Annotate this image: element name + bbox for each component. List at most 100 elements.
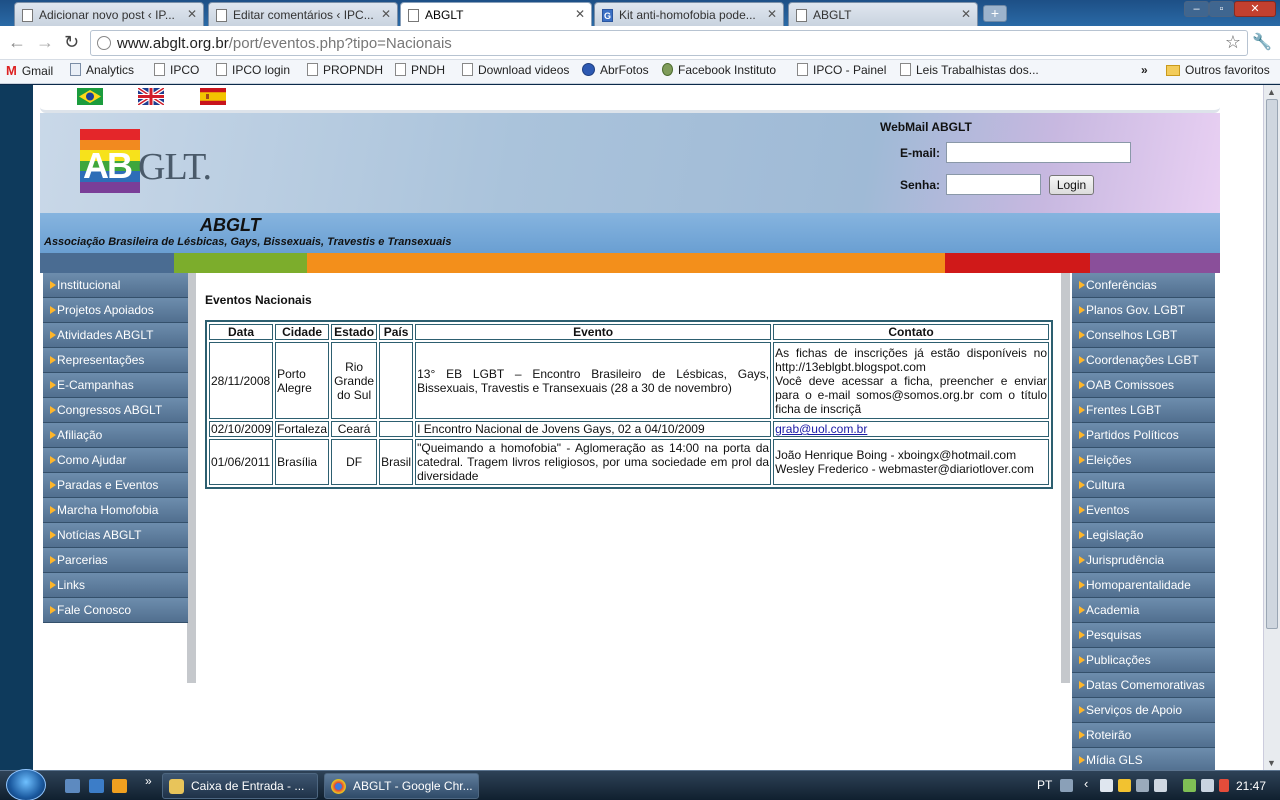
reload-icon[interactable]: ↻ (64, 32, 79, 52)
password-field[interactable] (946, 174, 1041, 195)
menu-item-congressos-abglt[interactable]: Congressos ABGLT (43, 398, 188, 423)
bookmark-ipco-login[interactable]: IPCO login (216, 63, 290, 77)
clock[interactable]: 21:47 (1236, 779, 1266, 793)
menu-item-planos-gov-lgbt[interactable]: Planos Gov. LGBT (1072, 298, 1215, 323)
login-button[interactable]: Login (1049, 175, 1094, 195)
alert-icon[interactable] (1219, 779, 1229, 792)
menu-item-coordenacoes-lgbt[interactable]: Coordenações LGBT (1072, 348, 1215, 373)
menu-item-representacoes[interactable]: Representações (43, 348, 188, 373)
menu-item-conferencias[interactable]: Conferências (1072, 273, 1215, 298)
menu-item-frentes-lgbt[interactable]: Frentes LGBT (1072, 398, 1215, 423)
menu-item-institucional[interactable]: Institucional (43, 273, 188, 298)
tab-abglt-active[interactable]: ABGLT ✕ (400, 2, 592, 27)
close-window-button[interactable]: ✕ (1234, 1, 1276, 17)
maximize-button[interactable]: ▫ (1209, 1, 1234, 17)
wrench-icon[interactable]: 🔧 (1252, 32, 1272, 52)
menu-item-cultura[interactable]: Cultura (1072, 473, 1215, 498)
menu-item-roteirao[interactable]: Roteirão (1072, 723, 1215, 748)
menu-item-links[interactable]: Links (43, 573, 188, 598)
vertical-scrollbar[interactable]: ▲ ▼ (1263, 85, 1280, 770)
bookmark-other-favorites[interactable]: Outros favoritos (1166, 63, 1270, 77)
scrollbar-thumb[interactable] (1266, 99, 1278, 629)
menu-item-paradas-e-eventos[interactable]: Paradas e Eventos (43, 473, 188, 498)
menu-item-partidos-politicos[interactable]: Partidos Políticos (1072, 423, 1215, 448)
tray-app-icon[interactable] (1154, 779, 1167, 792)
menu-item-parcerias[interactable]: Parcerias (43, 548, 188, 573)
menu-item-datas-comemorativas[interactable]: Datas Comemorativas (1072, 673, 1215, 698)
menu-item-publicacoes[interactable]: Publicações (1072, 648, 1215, 673)
spain-flag-icon[interactable] (200, 88, 226, 105)
network-icon[interactable] (1183, 779, 1196, 792)
menu-item-projetos-apoiados[interactable]: Projetos Apoiados (43, 298, 188, 323)
menu-item-pesquisas[interactable]: Pesquisas (1072, 623, 1215, 648)
explorer-icon[interactable] (89, 779, 104, 793)
tab-editar-comentarios[interactable]: Editar comentários ‹ IPC... ✕ (208, 2, 398, 26)
menu-item-homoparentalidade[interactable]: Homoparentalidade (1072, 573, 1215, 598)
tab-kit-anti-homofobia[interactable]: G Kit anti-homofobia pode... ✕ (594, 2, 784, 26)
menu-item-jurisprudencia[interactable]: Jurisprudência (1072, 548, 1215, 573)
bookmark-download-videos[interactable]: Download videos (462, 63, 569, 77)
menu-item-como-ajudar[interactable]: Como Ajudar (43, 448, 188, 473)
url-text[interactable]: www.abglt.org.br/port/eventos.php?tipo=N… (117, 35, 452, 52)
start-button[interactable] (6, 769, 46, 800)
taskbar-item-chrome[interactable]: ABGLT - Google Chr... (324, 773, 479, 799)
bookmark-ipco-painel[interactable]: IPCO - Painel (797, 63, 886, 77)
bookmark-ipco[interactable]: IPCO (154, 63, 199, 77)
email-field[interactable] (946, 142, 1131, 163)
close-icon[interactable]: ✕ (381, 7, 391, 21)
minimize-button[interactable]: – (1184, 1, 1209, 17)
bookmark-analytics[interactable]: Analytics (70, 63, 134, 77)
menu-item-afiliacao[interactable]: Afiliação (43, 423, 188, 448)
media-player-icon[interactable] (112, 779, 127, 793)
language-indicator[interactable]: PT (1037, 778, 1052, 792)
menu-item-oab-comissoes[interactable]: OAB Comissoes (1072, 373, 1215, 398)
address-bar[interactable]: www.abglt.org.br/port/eventos.php?tipo=N… (90, 30, 1248, 56)
tray-app-icon[interactable] (1100, 779, 1113, 792)
contact-email-link[interactable]: grab@uol.com.br (775, 422, 867, 436)
brazil-flag-icon[interactable] (77, 88, 103, 105)
close-icon[interactable]: ✕ (575, 7, 585, 21)
close-icon[interactable]: ✕ (187, 7, 197, 21)
quicklaunch-overflow-icon[interactable]: » (145, 774, 152, 788)
bookmark-gmail[interactable]: M Gmail (6, 63, 53, 78)
uk-flag-icon[interactable] (138, 88, 164, 105)
tab-abglt[interactable]: ABGLT ✕ (788, 2, 978, 26)
new-tab-button[interactable]: + (983, 5, 1007, 22)
scroll-up-icon[interactable]: ▲ (1267, 87, 1276, 97)
bookmark-facebook-instituto[interactable]: Facebook Instituto (662, 63, 776, 77)
show-desktop-icon[interactable] (65, 779, 80, 793)
bookmark-leis-trabalhistas[interactable]: Leis Trabalhistas dos... (900, 63, 1039, 77)
volume-icon[interactable] (1201, 779, 1214, 792)
bookmark-abrfotos[interactable]: AbrFotos (582, 63, 649, 77)
menu-item-legislacao[interactable]: Legislação (1072, 523, 1215, 548)
bookmark-propndh[interactable]: PROPNDH (307, 63, 383, 77)
abglt-logo[interactable]: AB (80, 129, 140, 193)
close-icon[interactable]: ✕ (961, 7, 971, 21)
scroll-down-icon[interactable]: ▼ (1267, 758, 1276, 768)
bookmarks-overflow-button[interactable]: » (1141, 63, 1148, 77)
menu-item-marcha-homofobia[interactable]: Marcha Homofobia (43, 498, 188, 523)
close-icon[interactable]: ✕ (767, 7, 777, 21)
tray-expand-icon[interactable]: ‹ (1084, 776, 1088, 791)
tray-app-icon[interactable] (1118, 779, 1131, 792)
menu-item-eleicoes[interactable]: Eleições (1072, 448, 1215, 473)
menu-item-conselhos-lgbt[interactable]: Conselhos LGBT (1072, 323, 1215, 348)
gmail-icon: M (6, 63, 17, 78)
bookmark-pndh[interactable]: PNDH (395, 63, 445, 77)
menu-item-noticias-abglt[interactable]: Notícias ABGLT (43, 523, 188, 548)
keyboard-icon[interactable] (1060, 779, 1073, 792)
menu-item-academia[interactable]: Academia (1072, 598, 1215, 623)
menu-item-servicos-de-apoio[interactable]: Serviços de Apoio (1072, 698, 1215, 723)
menu-item-atividades-abglt[interactable]: Atividades ABGLT (43, 323, 188, 348)
tray-app-icon[interactable] (1136, 779, 1149, 792)
tab-adicionar-post[interactable]: Adicionar novo post ‹ IP... ✕ (14, 2, 204, 26)
taskbar-item-mail[interactable]: Caixa de Entrada - ... (162, 773, 318, 799)
forward-icon[interactable]: → (36, 32, 54, 52)
back-icon[interactable]: ← (8, 32, 26, 52)
star-icon[interactable]: ☆ (1225, 32, 1241, 53)
cell-cidade: Fortaleza (275, 421, 330, 437)
menu-item-e-campanhas[interactable]: E-Campanhas (43, 373, 188, 398)
menu-item-midia-gls[interactable]: Mídia GLS (1072, 748, 1215, 770)
menu-item-fale-conosco[interactable]: Fale Conosco (43, 598, 188, 623)
menu-item-eventos[interactable]: Eventos (1072, 498, 1215, 523)
